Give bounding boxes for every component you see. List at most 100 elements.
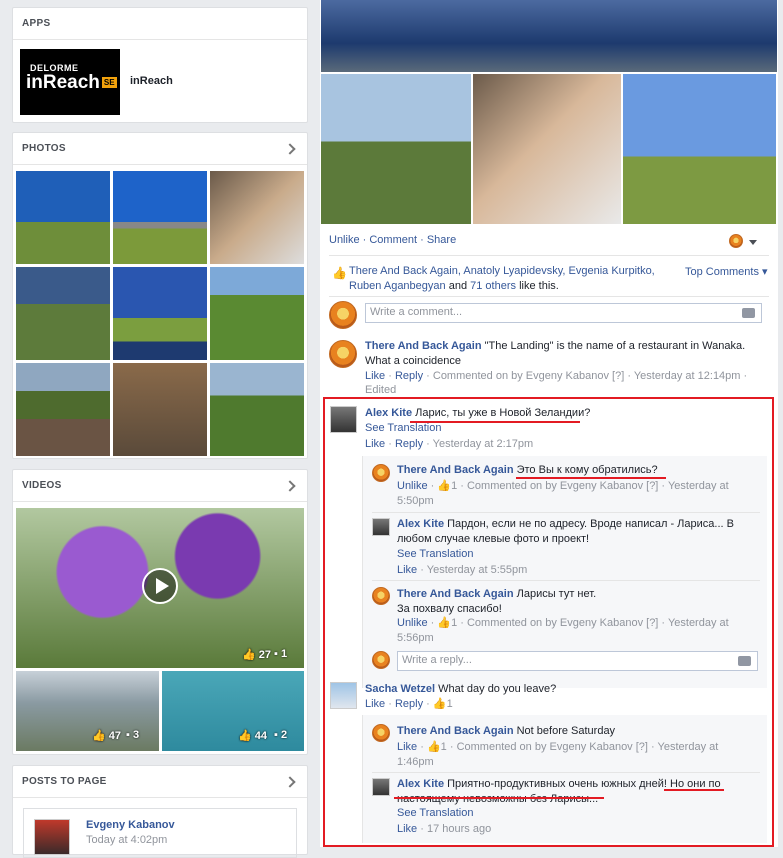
post-image-3[interactable] (623, 74, 776, 224)
comment-avatar[interactable] (330, 682, 357, 709)
video-2-comments: ▪ 3 (126, 729, 140, 741)
page-avatar-icon[interactable] (729, 234, 743, 248)
app-link-inreach[interactable]: inReach (130, 75, 173, 87)
photo-thumb-7[interactable] (16, 363, 110, 456)
reply-author[interactable]: Alex Kite (397, 778, 444, 790)
reply-avatar[interactable] (372, 724, 390, 742)
comment-author[interactable]: Sacha Wetzel (365, 683, 435, 695)
reply-text: Это Вы к кому обратились? (516, 464, 658, 476)
videos-header[interactable]: VIDEOS (13, 470, 307, 502)
video-thumb-3[interactable]: 👍 44 ▪ 2 (162, 671, 304, 751)
comment-like-icon[interactable]: 👍 (433, 698, 447, 710)
reply-1: There And Back Again Это Вы к кому обрат… (397, 463, 757, 478)
reply-time: 5:50pm (397, 495, 434, 507)
video-main[interactable]: 👍 27 ▪ 1 (16, 508, 304, 668)
others-link[interactable]: 71 others (470, 280, 516, 292)
comment-2-actions: Like · Reply · Yesterday at 2:17pm (365, 438, 534, 450)
logo-product: inReach (26, 72, 100, 94)
like-link[interactable]: Like (365, 438, 385, 450)
edited-label[interactable]: Edited (365, 383, 396, 398)
reply-meta: · 17 hours ago (420, 823, 492, 835)
reply-author[interactable]: There And Back Again (397, 464, 514, 476)
reply-author[interactable]: There And Back Again (397, 588, 514, 600)
reply-avatar[interactable] (372, 464, 390, 482)
camera-icon[interactable] (738, 656, 751, 666)
comment-text: Ларис, ты уже в Новой Зеландии? (415, 407, 591, 419)
reply-text: Not before Saturday (516, 725, 616, 737)
post-preview[interactable]: Evgeny Kabanov Today at 4:02pm (23, 808, 297, 858)
reply-like-icon[interactable]: 👍 (427, 741, 441, 753)
commenter-avatar[interactable] (329, 301, 357, 329)
like-link[interactable]: Like (397, 823, 417, 835)
reply-link[interactable]: Reply (395, 370, 423, 382)
reply-text: Ларисы тут нет. (516, 588, 597, 600)
comment-avatar[interactable] (330, 406, 357, 433)
inreach-logo[interactable]: DELORME inReach SE (20, 49, 120, 115)
photo-thumb-8[interactable] (113, 363, 207, 456)
see-translation-link[interactable]: See Translation (397, 547, 473, 562)
photo-thumb-6[interactable] (210, 267, 304, 360)
apps-title: APPS (22, 18, 51, 29)
photo-thumb-3[interactable] (210, 171, 304, 264)
comment-author[interactable]: There And Back Again (365, 340, 482, 352)
like-link[interactable]: Like (365, 370, 385, 382)
like-link[interactable]: Like (365, 698, 385, 710)
reply-link[interactable]: Reply (395, 698, 423, 710)
comment-placeholder: Write a comment... (370, 306, 463, 318)
reply-1-actions: Unlike · 👍1 · Commented on by Evgeny Kab… (397, 480, 729, 507)
chevron-right-icon (284, 479, 296, 492)
see-translation-link[interactable]: See Translation (397, 806, 473, 821)
video-thumb-2[interactable]: 👍 47 ▪ 3 (16, 671, 159, 751)
top-comments-dropdown[interactable]: Top Comments ▾ (685, 265, 768, 280)
photo-thumb-5[interactable] (113, 267, 207, 360)
reply-avatar[interactable] (372, 778, 390, 796)
like-link[interactable]: Like (397, 564, 417, 576)
photo-thumb-4[interactable] (16, 267, 110, 360)
post-image-main[interactable] (321, 0, 777, 72)
reply-author[interactable]: There And Back Again (397, 725, 514, 737)
videos-title: VIDEOS (22, 480, 62, 491)
reply-avatar[interactable] (372, 587, 390, 605)
reply-placeholder: Write a reply... (402, 654, 472, 666)
comment-input[interactable]: Write a comment... (365, 303, 762, 323)
reply-like-icon[interactable]: 👍 (437, 480, 451, 492)
play-icon[interactable] (142, 568, 178, 604)
comment-1-actions: Like · Reply · Commented on by Evgeny Ka… (365, 370, 748, 382)
comment-author[interactable]: Alex Kite (365, 407, 412, 419)
reply-meta: · Yesterday at 5:55pm (420, 564, 528, 576)
reply-avatar[interactable] (372, 518, 390, 536)
photo-thumb-2[interactable] (113, 171, 207, 264)
chevron-down-icon[interactable] (749, 240, 757, 245)
post-author[interactable]: Evgeny Kabanov (86, 819, 175, 831)
post-panel: Unlike · Comment · Share 👍 There And Bac… (320, 0, 778, 847)
reply-like-icon[interactable]: 👍 (437, 617, 451, 629)
reply-author[interactable]: Alex Kite (397, 518, 444, 530)
reply-link[interactable]: Reply (395, 438, 423, 450)
reply-input-avatar[interactable] (372, 651, 390, 669)
comment-avatar[interactable] (329, 340, 357, 368)
video-main-comments: ▪ 1 (274, 648, 288, 660)
comment-link[interactable]: Comment (369, 234, 417, 246)
video-2-likes: 👍 47 (92, 730, 122, 742)
reply-4: There And Back Again Not before Saturday (397, 724, 757, 739)
author-avatar[interactable] (34, 819, 70, 855)
unlike-link[interactable]: Unlike (397, 617, 428, 629)
photos-header[interactable]: PHOTOS (13, 133, 307, 165)
comment-2: Alex Kite Ларис, ты уже в Новой Зеландии… (365, 406, 765, 421)
unlike-link[interactable]: Unlike (397, 480, 428, 492)
reply-input[interactable]: Write a reply... (397, 651, 758, 671)
post-time[interactable]: Today at 4:02pm (86, 834, 167, 846)
photo-thumb-1[interactable] (16, 171, 110, 264)
share-link[interactable]: Share (427, 234, 456, 246)
like-link[interactable]: Like (397, 741, 417, 753)
posts-header[interactable]: POSTS TO PAGE (13, 766, 307, 798)
reply-like-count: 1 (440, 741, 447, 753)
camera-icon[interactable] (742, 308, 755, 318)
photo-thumb-9[interactable] (210, 363, 304, 456)
reply-meta: · Commented on by Evgeny Kabanov [?] · Y… (460, 617, 729, 629)
see-translation-link[interactable]: See Translation (365, 421, 441, 436)
post-image-2[interactable] (473, 74, 621, 224)
unlike-link[interactable]: Unlike (329, 234, 360, 246)
post-image-1[interactable] (321, 74, 471, 224)
reply-3: There And Back Again Ларисы тут нет. За п… (397, 587, 757, 617)
